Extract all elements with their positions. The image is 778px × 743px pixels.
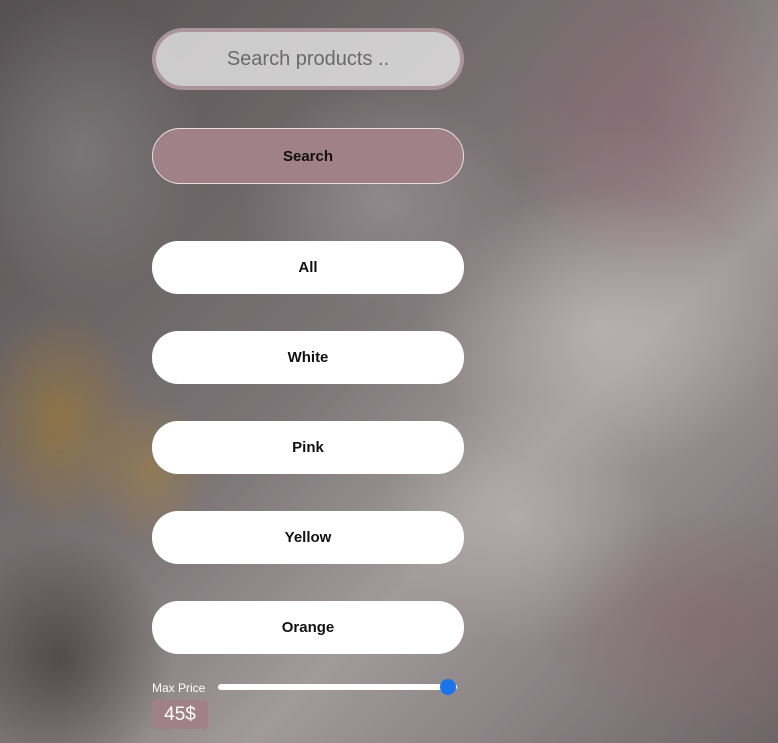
- filter-pink-button[interactable]: Pink: [152, 421, 464, 474]
- filter-white-button[interactable]: White: [152, 331, 464, 384]
- max-price-value: 45$: [152, 700, 208, 729]
- filter-panel: Search All White Pink Yellow Orange: [152, 28, 464, 654]
- filter-yellow-button[interactable]: Yellow: [152, 511, 464, 564]
- max-price-row: Max Price: [152, 676, 464, 698]
- slider-thumb[interactable]: [440, 679, 457, 695]
- max-price-label: Max Price: [152, 681, 206, 695]
- filter-all-button[interactable]: All: [152, 241, 464, 294]
- search-button[interactable]: Search: [152, 128, 464, 184]
- max-price-slider[interactable]: [218, 679, 458, 695]
- filter-orange-button[interactable]: Orange: [152, 601, 464, 654]
- search-box: [152, 28, 464, 90]
- search-input[interactable]: [156, 31, 460, 87]
- slider-fill: [218, 684, 449, 690]
- color-filter-list: All White Pink Yellow Orange: [152, 241, 464, 654]
